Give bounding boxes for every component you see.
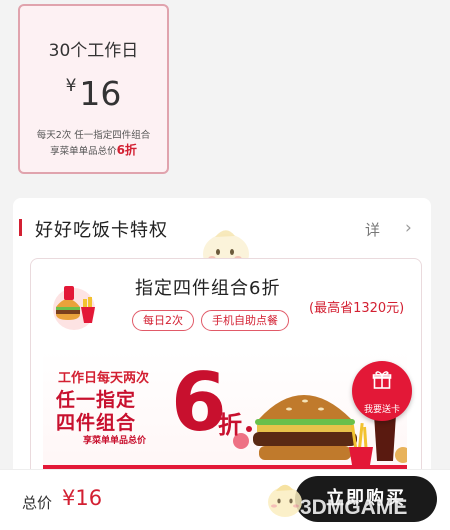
banner-line1: 工作日每天两次 [58, 371, 150, 386]
plan-desc-line1: 每天2次 任一指定四件组合 [36, 130, 151, 141]
chevron-right-icon[interactable]: › [405, 218, 412, 238]
plan-desc-highlight: 6折 [116, 143, 137, 157]
banner-line3: 四件组合 [56, 412, 137, 434]
plan-desc-prefix: 享菜单单品总价 [50, 146, 117, 157]
plan-price: ¥16 [20, 77, 167, 110]
send-card-button[interactable]: 我要送卡 [352, 361, 412, 421]
plan-price-value: 16 [79, 74, 122, 113]
plan-currency: ¥ [65, 76, 77, 96]
tag-daily-times: 每日2次 [132, 310, 194, 331]
plan-desc-line2: 享菜单单品总价6折 [20, 143, 167, 159]
plan-description: 每天2次 任一指定四件组合 享菜单单品总价6折 [20, 128, 167, 159]
tag-self-order: 手机自助点餐 [201, 310, 289, 331]
gift-icon [372, 371, 392, 389]
send-card-label: 我要送卡 [363, 405, 400, 415]
combo-title: 指定四件组合6折 [135, 278, 281, 299]
watermark-text: 3DMGAME [300, 496, 408, 519]
section-title: 好好吃饭卡特权 [35, 220, 168, 241]
banner-line4: 享菜单单品总价 [83, 436, 147, 446]
section-accent-bar [19, 219, 22, 236]
total-price: ¥16 [62, 486, 103, 510]
max-saving-text: (最高省1320元) [309, 301, 405, 316]
total-label: 总价 [22, 494, 53, 512]
plan-title: 30个工作日 [48, 41, 139, 61]
detail-link[interactable]: 详 [365, 219, 380, 240]
combo-meal-icon [53, 286, 95, 330]
plan-card[interactable]: 30个工作日 ¥16 每天2次 任一指定四件组合 享菜单单品总价6折 [18, 4, 169, 174]
